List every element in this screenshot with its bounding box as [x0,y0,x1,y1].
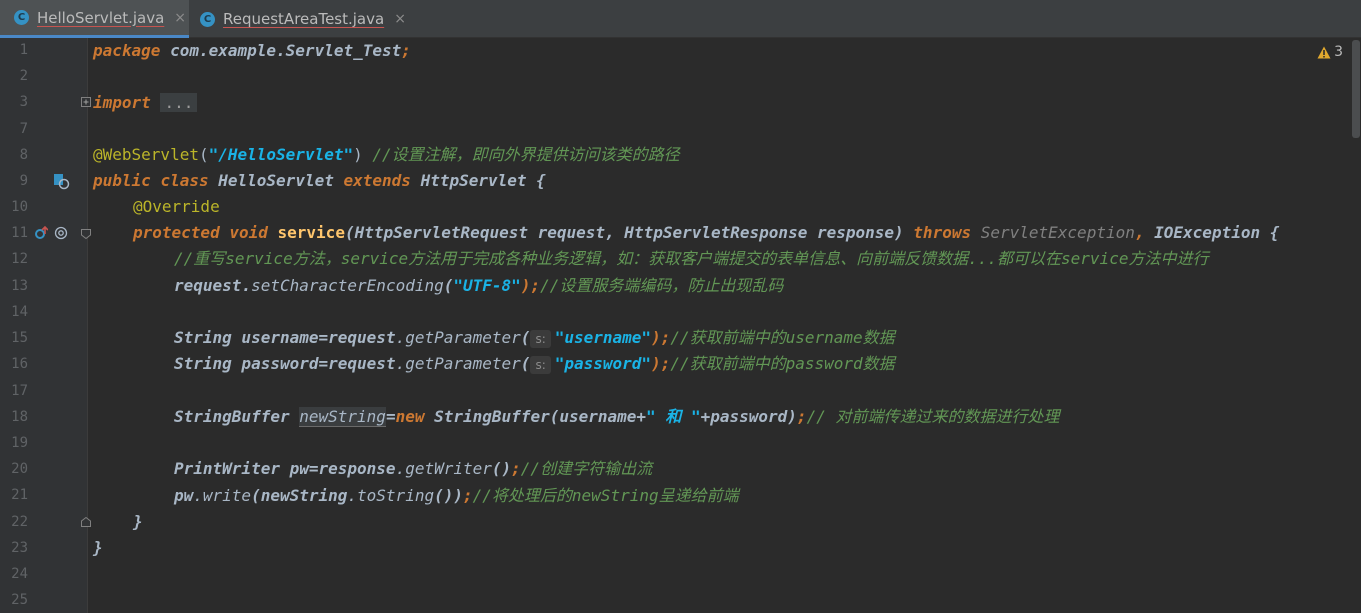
code-line-16: String password=request.getParameter(s: "… [174,354,895,374]
code-line-23: } [93,538,103,557]
close-icon[interactable]: × [174,10,186,26]
parameter-hint: s: [530,356,551,374]
line-number: 15 [11,330,28,346]
line-number: 16 [11,356,28,372]
at-annotation-icon[interactable] [54,226,68,240]
tab-requestareatest[interactable]: C RequestAreaTest.java × [189,0,414,38]
line-number: 3 [19,94,28,110]
code-line-13: request.setCharacterEncoding("UTF-8");//… [174,276,784,295]
code-line-18: StringBuffer newString=new StringBuffer(… [174,407,1060,427]
tab-helloservlet[interactable]: C HelloServlet.java × [0,0,189,38]
line-number: 9 [19,173,28,189]
line-number: 1 [19,42,28,58]
line-number: 20 [11,461,28,477]
tab-label: HelloServlet.java [37,8,165,27]
line-number: 8 [19,147,28,163]
line-number: 18 [11,409,28,425]
code-line-21: pw.write(newString.toString());//将处理后的ne… [174,486,739,505]
servlet-icon[interactable] [54,174,70,190]
line-number: 14 [11,304,28,320]
code-line-9: public class HelloServlet extends HttpSe… [93,171,546,190]
java-class-icon: C [200,11,215,27]
line-number: 11 [11,225,28,241]
line-number: 19 [11,435,28,451]
code-editor[interactable]: package com.example.Servlet_Test; import… [88,38,1361,613]
code-line-10: @Override [133,197,220,216]
line-number: 12 [11,251,28,267]
line-number: 10 [11,199,28,215]
line-number: 22 [11,514,28,530]
code-line-1: package com.example.Servlet_Test; [93,41,411,60]
java-class-icon: C [14,10,29,25]
warning-icon [1317,46,1331,58]
vertical-scrollbar[interactable] [1351,38,1361,613]
line-number: 25 [11,592,28,608]
scrollbar-thumb[interactable] [1352,40,1360,138]
code-line-12: //重写service方法，service方法用于完成各种业务逻辑，如：获取客户… [174,249,1209,268]
warning-count: 3 [1334,44,1343,60]
line-number: 13 [11,278,28,294]
code-line-8: @WebServlet("/HelloServlet") //设置注解，即向外界… [93,145,680,164]
tab-label: RequestAreaTest.java [223,10,385,28]
line-number: 24 [11,566,28,582]
close-icon[interactable]: × [394,11,406,27]
line-number: 23 [11,540,28,556]
editor-tab-bar: C HelloServlet.java × C RequestAreaTest.… [0,0,1361,38]
overrides-method-icon[interactable] [34,226,48,240]
line-number-gutter: 1 2 3 7 8 9 10 11 12 13 14 15 16 17 18 1… [0,38,91,613]
line-number: 17 [11,383,28,399]
code-line-3: import ... [93,90,198,116]
code-line-22: } [133,512,143,531]
parameter-hint: s: [530,330,551,348]
code-line-20: PrintWriter pw=response.getWriter();//创建… [174,459,653,478]
inspection-widget[interactable]: 3 [1317,44,1343,60]
line-number: 2 [19,68,28,84]
code-line-15: String username=request.getParameter(s: "… [174,328,895,348]
line-number: 7 [19,121,28,137]
folded-imports[interactable]: ... [160,93,198,112]
code-line-11: protected void service(HttpServletReques… [133,223,1280,242]
line-number: 21 [11,487,28,503]
highlighted-variable[interactable]: newString [299,407,386,427]
